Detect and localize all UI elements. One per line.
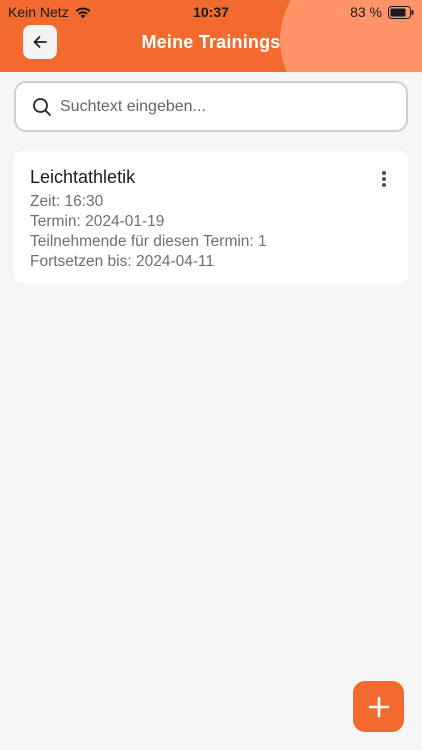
battery-icon [388,5,414,19]
menu-dot [382,183,386,187]
status-bar: Kein Netz 10:37 83 % [0,0,422,24]
training-title: Leichtathletik [30,167,136,187]
page-title: Meine Trainings [141,32,281,52]
status-battery-group: 83 % [350,4,414,20]
search-box[interactable] [14,81,408,132]
menu-dot [382,171,386,175]
app-screen: Kein Netz 10:37 83 % Meine Trainings Suc… [0,0,422,750]
add-training-button[interactable] [353,681,404,732]
search-icon [33,97,51,116]
training-card[interactable]: Leichtathletik Zeit: 16:30 Termin: 2024-… [14,151,408,283]
training-continue-until: Fortsetzen bis: 2024-04-11 [30,253,215,270]
menu-dot [382,177,386,181]
training-time: Zeit: 16:30 [30,193,104,210]
training-participants: Teilnehmende für diesen Termin: 1 [30,233,267,250]
more-vertical-icon[interactable] [376,169,392,189]
battery-percent: 83 % [350,4,382,20]
header-bar: Kein Netz 10:37 83 % Meine Trainings [0,0,422,72]
plus-icon [368,696,389,717]
training-date: Termin: 2024-01-19 [30,213,165,230]
search-input[interactable] [60,97,380,116]
